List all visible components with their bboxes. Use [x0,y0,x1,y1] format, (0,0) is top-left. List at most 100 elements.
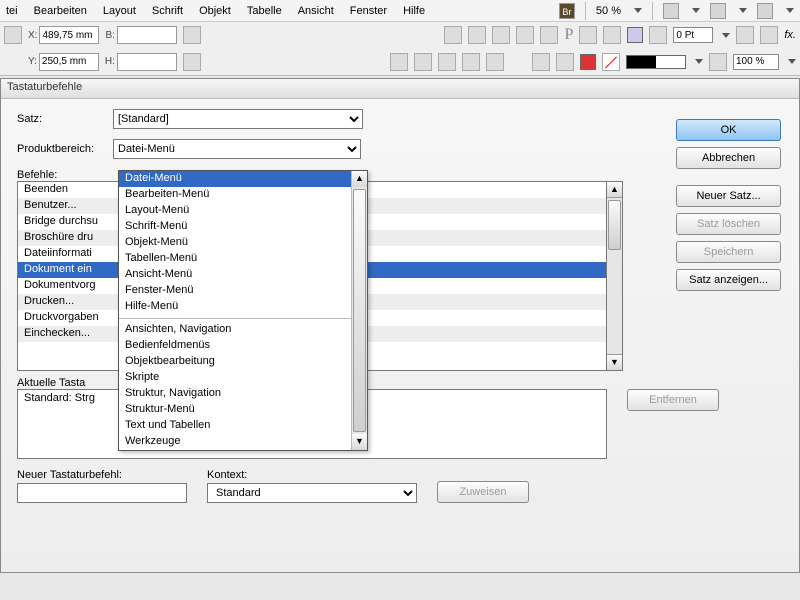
dialog-title: Tastaturbefehle [1,79,799,99]
zoom-dropdown-icon[interactable] [634,8,642,13]
stroke-swatch[interactable] [580,54,596,70]
dropdown-item[interactable]: Layout-Menü [119,203,351,219]
bridge-icon[interactable]: Br [559,3,575,19]
menu-tabelle[interactable]: Tabelle [247,5,282,17]
stroke-weight-dropdown-icon[interactable] [722,33,730,38]
new-shortcut-label: Neuer Tastaturbefehl: [17,469,187,481]
dropdown-item[interactable]: Datei-Menü [119,171,351,187]
dropdown-item[interactable]: Hilfe-Menü [119,299,351,315]
new-shortcut-input[interactable] [17,483,187,503]
arrange-dropdown-icon[interactable] [786,8,794,13]
dropdown-item[interactable]: Fenster-Menü [119,283,351,299]
effects-icon[interactable] [736,26,754,44]
h-label: H: [105,56,115,67]
fx-label[interactable]: fx. [784,29,796,41]
dropdown-item[interactable]: Ansicht-Menü [119,267,351,283]
tool-icon[interactable] [414,53,432,71]
tool-icon[interactable] [468,26,486,44]
constrain-icon[interactable] [183,53,201,71]
commands-scrollbar[interactable]: ▲ ▼ [607,181,623,371]
x-label: X: [28,30,37,41]
dropdown-item[interactable]: Struktur, Navigation [119,386,351,402]
align-icon[interactable] [532,53,550,71]
screen-mode-icon[interactable] [710,3,726,19]
menu-objekt[interactable]: Objekt [199,5,231,17]
tool-icon[interactable] [444,26,462,44]
constrain-icon[interactable] [183,26,201,44]
h-input[interactable] [117,53,177,71]
dropdown-item[interactable]: Ansichten, Navigation [119,322,351,338]
scroll-down-icon[interactable]: ▼ [607,354,622,370]
opacity-icon[interactable] [709,53,727,71]
dropdown-item[interactable]: Objekt-Menü [119,235,351,251]
y-input[interactable] [39,53,99,71]
dropdown-item[interactable]: Bearbeiten-Menü [119,187,351,203]
x-input[interactable] [39,26,99,44]
menu-hilfe[interactable]: Hilfe [403,5,425,17]
screen-mode-dropdown-icon[interactable] [739,8,747,13]
arrange-icon[interactable] [757,3,773,19]
shear-icon[interactable] [462,53,480,71]
menu-ansicht[interactable]: Ansicht [298,5,334,17]
product-area-label: Produktbereich: [17,143,107,155]
distribute-icon[interactable] [556,53,574,71]
cancel-button[interactable]: Abbrechen [676,147,781,169]
fill-swatch[interactable] [627,27,643,43]
menu-datei[interactable]: tei [6,5,18,17]
reference-point-icon[interactable] [4,26,22,44]
flip-h-icon[interactable] [540,26,558,44]
scroll-up-icon[interactable]: ▲ [352,171,367,187]
zoom-level[interactable]: 50 % [596,5,621,17]
menu-bearbeiten[interactable]: Bearbeiten [34,5,87,17]
opacity-dropdown-icon[interactable] [788,59,796,64]
align-icon[interactable] [579,26,597,44]
opacity-input[interactable] [733,54,779,70]
stroke-icon[interactable] [649,26,667,44]
stroke-style-dropdown-icon[interactable] [695,59,703,64]
w-input[interactable] [117,26,177,44]
set-select[interactable]: [Standard] [113,109,363,129]
dropdown-item[interactable]: Schrift-Menü [119,219,351,235]
dropdown-item[interactable]: Werkzeuge [119,434,351,450]
dropdown-item[interactable]: Struktur-Menü [119,402,351,418]
ok-button[interactable]: OK [676,119,781,141]
no-stroke-icon[interactable] [602,53,620,71]
control-panel: X: B: P fx. Y: H: [0,22,800,76]
context-select[interactable]: Standard [207,483,417,503]
save-button[interactable]: Speichern [676,241,781,263]
separator [585,2,586,20]
y-label: Y: [28,56,37,67]
menu-schrift[interactable]: Schrift [152,5,183,17]
delete-set-button[interactable]: Satz löschen [676,213,781,235]
view-options-dropdown-icon[interactable] [692,8,700,13]
dropdown-item[interactable]: Text und Tabellen [119,418,351,434]
dropdown-item[interactable]: Bedienfeldmenüs [119,338,351,354]
flip-v-icon[interactable] [486,53,504,71]
view-options-icon[interactable] [663,3,679,19]
show-set-button[interactable]: Satz anzeigen... [676,269,781,291]
stroke-style-preview[interactable] [626,55,686,69]
scroll-thumb[interactable] [608,200,621,250]
paragraph-icon[interactable]: P [564,26,573,44]
tool-icon[interactable] [390,53,408,71]
dropdown-item[interactable]: Skripte [119,370,351,386]
stroke-weight-input[interactable] [673,27,713,43]
scroll-down-icon[interactable]: ▼ [352,434,367,450]
scroll-thumb[interactable] [353,189,366,432]
menu-layout[interactable]: Layout [103,5,136,17]
remove-button[interactable]: Entfernen [627,389,719,411]
product-area-dropdown[interactable]: Datei-MenüBearbeiten-MenüLayout-MenüSchr… [118,170,368,451]
tool-icon[interactable] [438,53,456,71]
menu-fenster[interactable]: Fenster [350,5,387,17]
tool-icon[interactable] [492,26,510,44]
wrap-icon[interactable] [760,26,778,44]
product-area-select[interactable]: Datei-Menü [113,139,361,159]
assign-button[interactable]: Zuweisen [437,481,529,503]
dropdown-item[interactable]: Objektbearbeitung [119,354,351,370]
dropdown-item[interactable]: Tabellen-Menü [119,251,351,267]
new-set-button[interactable]: Neuer Satz... [676,185,781,207]
scroll-up-icon[interactable]: ▲ [607,182,622,198]
distribute-icon[interactable] [603,26,621,44]
rotate-icon[interactable] [516,26,534,44]
dropdown-scrollbar[interactable]: ▲ ▼ [351,171,367,450]
